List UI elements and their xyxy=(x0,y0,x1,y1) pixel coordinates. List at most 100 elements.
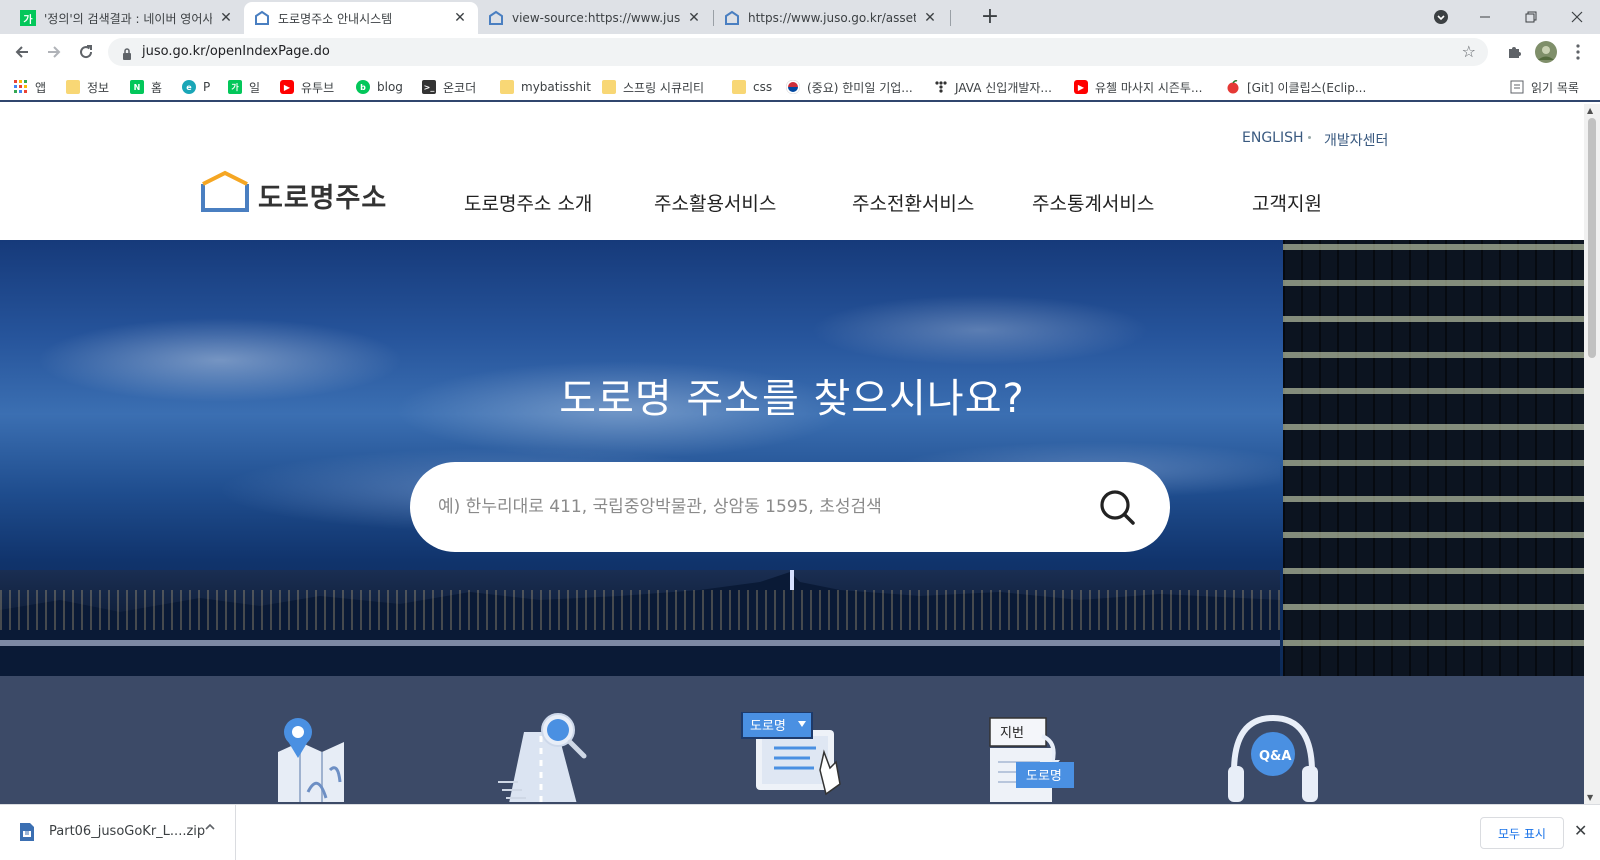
bookmark-apps[interactable]: 앱 xyxy=(14,78,46,96)
hero-banner: 도로명 주소를 찾으시나요? xyxy=(0,240,1584,676)
bookmark-star-icon[interactable]: ☆ xyxy=(1462,42,1476,61)
folder-icon xyxy=(500,80,514,94)
naver-icon: N xyxy=(130,80,144,94)
bookmark-folder-mybatis[interactable]: mybatisshit xyxy=(500,78,591,96)
hero-office-building xyxy=(1283,240,1584,676)
bookmark-label: JAVA 신입개발자... xyxy=(955,80,1052,95)
close-tab-icon[interactable]: ✕ xyxy=(452,10,468,26)
bookmark-oncoder[interactable]: >_ 온코더 xyxy=(422,78,476,96)
new-tab-button[interactable]: + xyxy=(977,5,1003,29)
search-icon[interactable] xyxy=(1096,486,1138,528)
close-tab-icon[interactable]: ✕ xyxy=(922,10,938,26)
tab-naver-dict[interactable]: 가 '정의'의 검색결과 : 네이버 영어사전 ✕ xyxy=(10,2,244,34)
jibun-to-road-convert-icon[interactable]: 지번 도로명 xyxy=(986,712,1076,802)
nav-address-conversion[interactable]: 주소전환서비스 xyxy=(852,189,974,216)
bookmark-git[interactable]: [Git] 이클립스(Eclip... xyxy=(1226,78,1366,96)
bookmark-label: 홈 xyxy=(151,80,163,95)
bookmark-label: [Git] 이클립스(Eclip... xyxy=(1247,80,1367,95)
page-viewport: ENGLISH 개발자센터 도로명주소 도로명주소 소개 주소활용서비스 주소전… xyxy=(0,104,1584,804)
apple-icon xyxy=(1226,80,1240,94)
folder-icon xyxy=(602,80,616,94)
url-text[interactable]: juso.go.kr/openIndexPage.do xyxy=(142,44,330,59)
apps-grid-icon xyxy=(14,80,28,94)
road-badge-label: 도로명 xyxy=(750,719,786,734)
download-item[interactable]: Part06_jusoGoKr_L....zip xyxy=(0,805,236,860)
blog-icon: b xyxy=(356,80,370,94)
bookmark-home[interactable]: N 홈 xyxy=(130,78,162,96)
qa-headset-icon[interactable]: Q&A xyxy=(1228,712,1318,802)
download-file-name[interactable]: Part06_jusoGoKr_L....zip xyxy=(49,824,205,839)
map-pin-icon[interactable] xyxy=(268,712,358,804)
hero-title: 도로명 주소를 찾으시나요? xyxy=(559,376,1025,422)
tab-title: view-source:https://www.juso.go.kr xyxy=(512,11,680,25)
bookmark-label: 앱 xyxy=(35,80,47,95)
english-link[interactable]: ENGLISH xyxy=(1242,130,1304,146)
juso-house-icon xyxy=(254,10,270,26)
tab-juso-home[interactable]: 도로명주소 안내시스템 ✕ xyxy=(244,2,478,34)
bookmark-youtube-2[interactable]: ▶ 유첼 마사지 시즌투... xyxy=(1074,78,1202,96)
address-bar[interactable]: juso.go.kr/openIndexPage.do ☆ xyxy=(108,38,1488,66)
tab-separator xyxy=(950,10,951,26)
tab-view-source[interactable]: view-source:https://www.juso.go.kr ✕ xyxy=(478,2,712,34)
bookmark-label: 유투브 xyxy=(301,80,335,95)
dots-icon xyxy=(934,80,948,94)
nav-customer-support[interactable]: 고객지원 xyxy=(1252,189,1322,216)
nav-road-address-intro[interactable]: 도로명주소 소개 xyxy=(464,189,592,216)
bookmark-folder-info[interactable]: 정보 xyxy=(66,78,109,96)
scrollbar-thumb[interactable] xyxy=(1588,118,1596,358)
terminal-icon: >_ xyxy=(422,80,436,94)
bookmark-blog[interactable]: b blog xyxy=(356,78,403,96)
bookmark-folder-spring[interactable]: 스프링 시큐리티 xyxy=(602,78,704,96)
close-tab-icon[interactable]: ✕ xyxy=(218,10,234,26)
road-select-monitor-icon[interactable]: 도로명 xyxy=(740,711,841,802)
logo-text[interactable]: 도로명주소 xyxy=(258,176,387,215)
bookmark-label: css xyxy=(753,80,773,94)
scroll-down-arrow-icon[interactable]: ▼ xyxy=(1587,793,1593,802)
close-tab-icon[interactable]: ✕ xyxy=(686,10,702,26)
restore-icon[interactable] xyxy=(1508,0,1554,34)
bookmark-folder-css[interactable]: css xyxy=(732,78,772,96)
minimize-icon[interactable] xyxy=(1462,0,1508,34)
page-scrollbar[interactable]: ▲ ▼ xyxy=(1584,104,1600,804)
dict-icon: 가 xyxy=(228,80,242,94)
bookmark-dict[interactable]: 가 일 xyxy=(228,78,260,96)
show-all-downloads-button[interactable]: 모두 표시 xyxy=(1480,817,1564,849)
bookmark-label: 온코더 xyxy=(443,80,477,95)
address-search-box xyxy=(410,462,1170,552)
back-arrow-icon[interactable] xyxy=(10,40,34,64)
reading-list-button[interactable]: 읽기 목록 xyxy=(1510,78,1579,96)
forward-arrow-icon[interactable] xyxy=(42,40,66,64)
hero-bridge xyxy=(0,640,1280,646)
nav-address-services[interactable]: 주소활용서비스 xyxy=(654,189,776,216)
bookmarks-bar: 앱 정보 N 홈 e P 가 일 ▶ 유투브 b blog >_ 온코더 myb… xyxy=(0,70,1600,102)
lock-icon[interactable] xyxy=(122,45,132,60)
nav-address-statistics[interactable]: 주소통계서비스 xyxy=(1032,189,1154,216)
folder-icon xyxy=(66,80,80,94)
bookmark-youtube[interactable]: ▶ 유투브 xyxy=(280,78,334,96)
address-search-input[interactable] xyxy=(438,490,1078,524)
magnifier-road-icon[interactable] xyxy=(498,712,588,804)
bookmark-korea[interactable]: (중요) 한미일 기업... xyxy=(786,78,913,96)
chevron-up-icon[interactable] xyxy=(204,821,216,837)
korea-flag-icon xyxy=(786,80,800,94)
tab-strip: 가 '정의'의 검색결과 : 네이버 영어사전 ✕ 도로명주소 안내시스템 ✕ … xyxy=(0,0,1600,34)
bookmark-p[interactable]: e P xyxy=(182,78,210,96)
reload-icon[interactable] xyxy=(74,40,98,64)
close-window-icon[interactable] xyxy=(1554,0,1600,34)
zip-file-icon xyxy=(18,822,36,842)
bookmark-label: P xyxy=(203,80,211,94)
doro-label: 도로명 xyxy=(1026,769,1062,784)
close-download-bar-icon[interactable]: ✕ xyxy=(1574,821,1587,840)
naver-dict-icon: 가 xyxy=(20,10,36,26)
profile-avatar[interactable] xyxy=(1534,40,1558,64)
tab-assets-css[interactable]: https://www.juso.go.kr/assets/css ✕ xyxy=(714,2,948,34)
youtube-icon: ▶ xyxy=(280,80,294,94)
bookmark-java[interactable]: JAVA 신입개발자... xyxy=(934,78,1052,96)
scroll-up-arrow-icon[interactable]: ▲ xyxy=(1587,106,1593,115)
bookmark-label: blog xyxy=(377,80,403,94)
tab-search-icon[interactable] xyxy=(1418,0,1464,34)
extensions-puzzle-icon[interactable] xyxy=(1502,40,1526,64)
kebab-menu-icon[interactable] xyxy=(1566,40,1590,64)
developer-center-link[interactable]: 개발자센터 xyxy=(1324,130,1388,150)
reading-list-label: 읽기 목록 xyxy=(1531,80,1579,95)
